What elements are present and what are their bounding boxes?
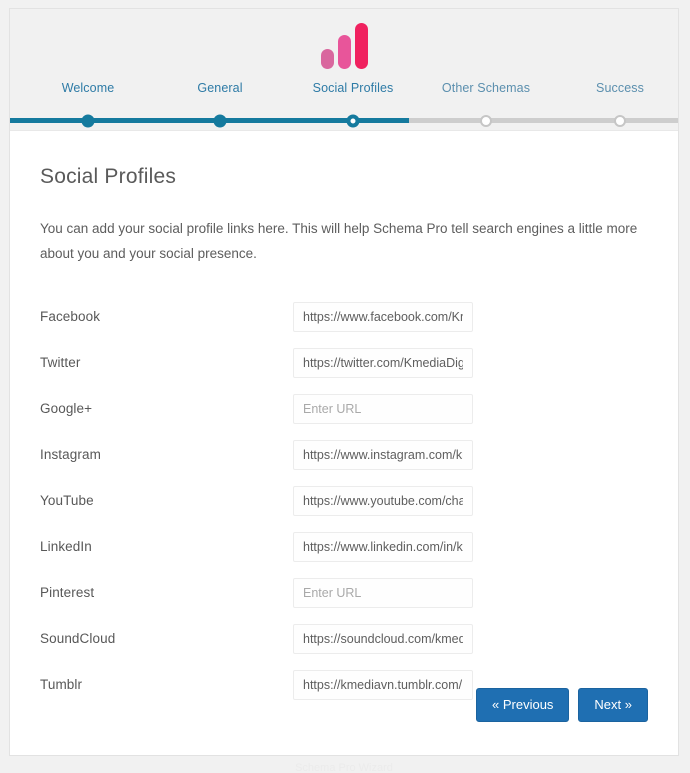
- logo-bar-2-icon: [337, 35, 351, 69]
- field-input-youtube[interactable]: [293, 485, 473, 516]
- field-input-twitter[interactable]: [293, 347, 473, 378]
- wizard-actions: « Previous Next »: [476, 688, 648, 722]
- field-label-soundcloud: SoundCloud: [40, 631, 116, 647]
- field-label-youtube: YouTube: [40, 493, 94, 509]
- field-label-google-: Google+: [40, 401, 93, 417]
- step-dot-other-schemas[interactable]: [480, 115, 492, 127]
- field-row-facebook: Facebook: [40, 294, 648, 340]
- field-row-linkedin: LinkedIn: [40, 524, 648, 570]
- step-label-other-schemas[interactable]: Other Schemas: [442, 81, 530, 95]
- field-input-google-[interactable]: [293, 393, 473, 424]
- step-progress-nav: Welcome General Social Profiles Other Schem…: [10, 76, 678, 130]
- wizard-body: Social Profiles You can add your social …: [10, 131, 678, 755]
- field-row-google-: Google+: [40, 386, 648, 432]
- field-input-linkedin[interactable]: [293, 531, 473, 562]
- step-dot-social-profiles[interactable]: [346, 114, 360, 128]
- step-labels: Welcome General Social Profiles Other Schem…: [10, 76, 678, 110]
- field-input-pinterest[interactable]: [293, 577, 473, 608]
- field-row-pinterest: Pinterest: [40, 570, 648, 616]
- step-dot-general[interactable]: [213, 114, 227, 128]
- social-profiles-form: Facebook Twitter Google+ Instagram YouTube Li…: [40, 294, 648, 708]
- field-row-instagram: Instagram: [40, 432, 648, 478]
- field-label-tumblr: Tumblr: [40, 677, 83, 693]
- field-row-soundcloud: SoundCloud: [40, 616, 648, 662]
- schema-pro-logo-icon: [10, 23, 678, 69]
- field-row-youtube: YouTube: [40, 478, 648, 524]
- field-input-instagram[interactable]: [293, 439, 473, 470]
- logo-bar-1-icon: [320, 49, 334, 69]
- step-dot-success[interactable]: [614, 115, 626, 127]
- step-dot-welcome[interactable]: [81, 114, 95, 128]
- footer-cutoff: Schema Pro Wizard: [9, 759, 679, 773]
- field-input-facebook[interactable]: [293, 301, 473, 332]
- field-input-soundcloud[interactable]: [293, 623, 473, 654]
- field-label-pinterest: Pinterest: [40, 585, 95, 601]
- wizard-header: Welcome General Social Profiles Other Schem…: [10, 9, 678, 131]
- step-label-success[interactable]: Success: [596, 81, 644, 95]
- previous-button[interactable]: « Previous: [476, 688, 570, 722]
- footer-cutoff-text: Schema Pro Wizard: [295, 762, 393, 773]
- field-label-instagram: Instagram: [40, 447, 101, 463]
- field-label-twitter: Twitter: [40, 355, 81, 371]
- step-label-welcome[interactable]: Welcome: [62, 81, 115, 95]
- step-progress-track: [10, 112, 678, 130]
- field-label-linkedin: LinkedIn: [40, 539, 92, 555]
- step-label-social-profiles[interactable]: Social Profiles: [313, 81, 394, 95]
- logo-bar-3-icon: [354, 23, 368, 69]
- page-description: You can add your social profile links he…: [40, 221, 638, 261]
- next-button[interactable]: Next »: [578, 688, 648, 722]
- field-label-facebook: Facebook: [40, 309, 101, 325]
- step-label-general[interactable]: General: [197, 81, 242, 95]
- field-row-twitter: Twitter: [40, 340, 648, 386]
- field-input-tumblr[interactable]: [293, 669, 473, 700]
- page-title: Social Profiles: [40, 165, 177, 188]
- setup-wizard-card: Welcome General Social Profiles Other Schem…: [9, 8, 679, 756]
- page-background: Welcome General Social Profiles Other Schem…: [0, 0, 690, 773]
